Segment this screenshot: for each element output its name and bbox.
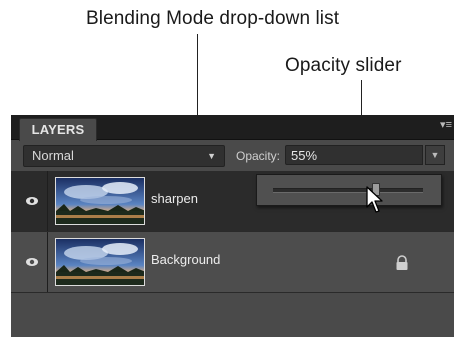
layer-thumbnail [55,238,145,286]
panel-menu-icon[interactable]: ▾≡ [440,119,452,131]
opacity-label: Opacity: [236,149,281,163]
blending-mode-value: Normal [32,148,74,163]
panel-tab-bar: LAYERS ▾≡ [11,115,454,141]
visibility-eye-icon[interactable] [25,255,39,269]
layer-row-background[interactable]: Background [11,232,454,293]
opacity-slider-toggle-button[interactable]: ▼ [425,145,445,165]
lock-icon [396,255,408,270]
visibility-eye-icon[interactable] [25,194,39,208]
tab-layers[interactable]: LAYERS [19,118,97,141]
layer-name: sharpen [151,191,198,206]
layer-thumbnail [55,177,145,225]
chevron-down-icon: ▼ [207,151,216,161]
layers-panel: LAYERS ▾≡ Normal ▼ Opacity: 55% ▼ sharpe… [11,115,454,337]
opacity-slider-callout: Opacity slider [285,55,402,76]
layers-toolbar: Normal ▼ Opacity: 55% ▼ [11,140,454,170]
blending-mode-callout: Blending Mode drop-down list [86,8,340,29]
row-divider [47,232,48,292]
layer-name: Background [151,252,221,267]
opacity-slider-popup [256,174,442,206]
opacity-field[interactable]: 55% [285,145,423,165]
opacity-slider-track[interactable] [273,188,423,193]
row-divider [47,171,48,231]
blending-mode-dropdown[interactable]: Normal ▼ [23,145,225,167]
mouse-pointer-icon [366,186,383,213]
